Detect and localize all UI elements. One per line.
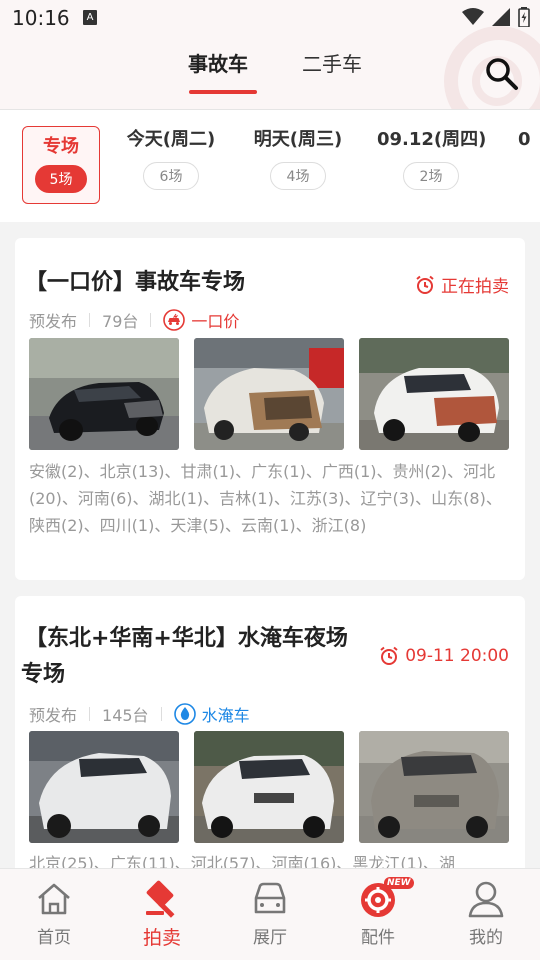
release-label: 预发布	[29, 706, 78, 725]
badge-label: 一口价	[191, 312, 240, 331]
divider	[160, 707, 162, 721]
system-icons	[462, 7, 530, 27]
release-label: 预发布	[29, 312, 78, 331]
nav-parts[interactable]: NEW 配件	[328, 877, 428, 948]
signal-icon	[492, 8, 510, 26]
nav-label: 展厅	[253, 928, 287, 948]
vehicle-photos	[29, 338, 511, 450]
vehicle-count: 79台	[102, 312, 139, 331]
nav-label: 配件	[361, 928, 395, 948]
date-tab-count: 5场	[34, 165, 88, 193]
battery-icon	[518, 7, 530, 27]
date-tab-label: 今天(周二)	[126, 129, 216, 150]
wifi-icon	[462, 8, 484, 25]
accident-car-icon	[163, 309, 186, 331]
vehicle-photo[interactable]	[194, 338, 344, 450]
session-date-tabs: 专场 5场 今天(周二) 6场 明天(周三) 4场 09.12(周四) 2场 0	[0, 110, 540, 222]
auction-status: 09-11 20:00	[379, 646, 509, 666]
date-tab-0912[interactable]: 09.12(周四) 2场	[377, 126, 487, 190]
status-bar: 10:16 A	[0, 0, 540, 36]
badge-label: 水淹车	[201, 706, 250, 725]
auction-status-text: 正在拍卖	[441, 277, 509, 297]
vehicle-photo[interactable]	[194, 731, 344, 843]
gavel-icon	[146, 880, 175, 918]
nav-showroom[interactable]: 展厅	[220, 879, 320, 948]
auction-meta: 预发布 145台 水淹车	[29, 702, 250, 726]
date-tab-label: 专场	[43, 136, 79, 157]
search-icon	[486, 58, 518, 90]
auction-status: 正在拍卖	[415, 272, 509, 297]
nav-label: 拍卖	[142, 927, 181, 949]
home-icon	[38, 883, 70, 915]
tab-accident-car[interactable]: 事故车	[188, 48, 248, 77]
top-tabs: 事故车 二手车	[0, 48, 540, 98]
nav-mine[interactable]: 我的	[436, 879, 536, 948]
car-icon	[254, 882, 286, 914]
date-tab-label: 09.12(周四)	[377, 129, 487, 150]
date-tab-tomorrow[interactable]: 明天(周三) 4场	[250, 126, 346, 190]
date-tab-count: 4场	[269, 162, 327, 190]
region-distribution: 安徽(2)、北京(13)、甘肃(1)、广东(1)、广西(1)、贵州(2)、河北(…	[29, 462, 502, 535]
bottom-navigation: 首页 拍卖 展厅 NEW 配件 我的	[0, 868, 540, 960]
date-tab-label: 明天(周三)	[253, 129, 343, 150]
search-button[interactable]	[484, 56, 524, 92]
new-badge: NEW	[384, 877, 414, 889]
nav-home[interactable]: 首页	[4, 879, 104, 948]
nav-label: 首页	[37, 928, 71, 948]
user-icon	[468, 881, 504, 918]
auction-meta: 预发布 79台 一口价	[29, 308, 239, 332]
auction-title-line2: 专场	[21, 662, 66, 687]
tab-used-car[interactable]: 二手车	[302, 48, 362, 77]
vehicle-photos	[29, 731, 511, 843]
auction-title-line1: 【东北+华南+华北】水淹车夜场	[25, 626, 348, 651]
auction-card[interactable]: 【一口价】事故车专场 正在拍卖 预发布 79台 一口价 安徽(2)、北京(13)…	[15, 238, 525, 580]
water-drop-icon	[173, 703, 196, 725]
vehicle-photo[interactable]	[29, 338, 179, 450]
flood-car-badge: 水淹车	[173, 702, 250, 726]
nav-label: 我的	[469, 928, 503, 948]
auction-status-text: 09-11 20:00	[405, 646, 509, 666]
alarm-clock-icon	[416, 275, 434, 294]
vehicle-count: 145台	[102, 706, 149, 725]
app-header: 10:16 A 事故车 二手车	[0, 0, 540, 110]
notification-a-icon: A	[83, 10, 97, 25]
nav-auction[interactable]: 拍卖	[112, 879, 212, 950]
date-tab-count: 6场	[142, 162, 200, 190]
tab-active-indicator	[189, 90, 257, 94]
auction-card[interactable]: 【东北+华南+华北】水淹车夜场 专场 09-11 20:00 预发布 145台 …	[15, 596, 525, 896]
vehicle-photo[interactable]	[29, 731, 179, 843]
date-tab-next[interactable]: 0	[518, 126, 540, 154]
auction-title: 【一口价】事故车专场	[25, 270, 246, 295]
status-time: 10:16	[12, 6, 70, 30]
date-tab-count: 2场	[402, 162, 460, 190]
divider	[89, 313, 91, 327]
divider	[150, 313, 152, 327]
vehicle-photo[interactable]	[359, 731, 509, 843]
date-tab-today[interactable]: 今天(周二) 6场	[123, 126, 219, 190]
alarm-clock-icon	[380, 646, 398, 665]
date-tab-special[interactable]: 专场 5场	[22, 126, 100, 204]
vehicle-photo[interactable]	[359, 338, 509, 450]
fixed-price-badge: 一口价	[163, 308, 239, 332]
divider	[89, 707, 91, 721]
date-tab-label: 0	[518, 129, 531, 150]
